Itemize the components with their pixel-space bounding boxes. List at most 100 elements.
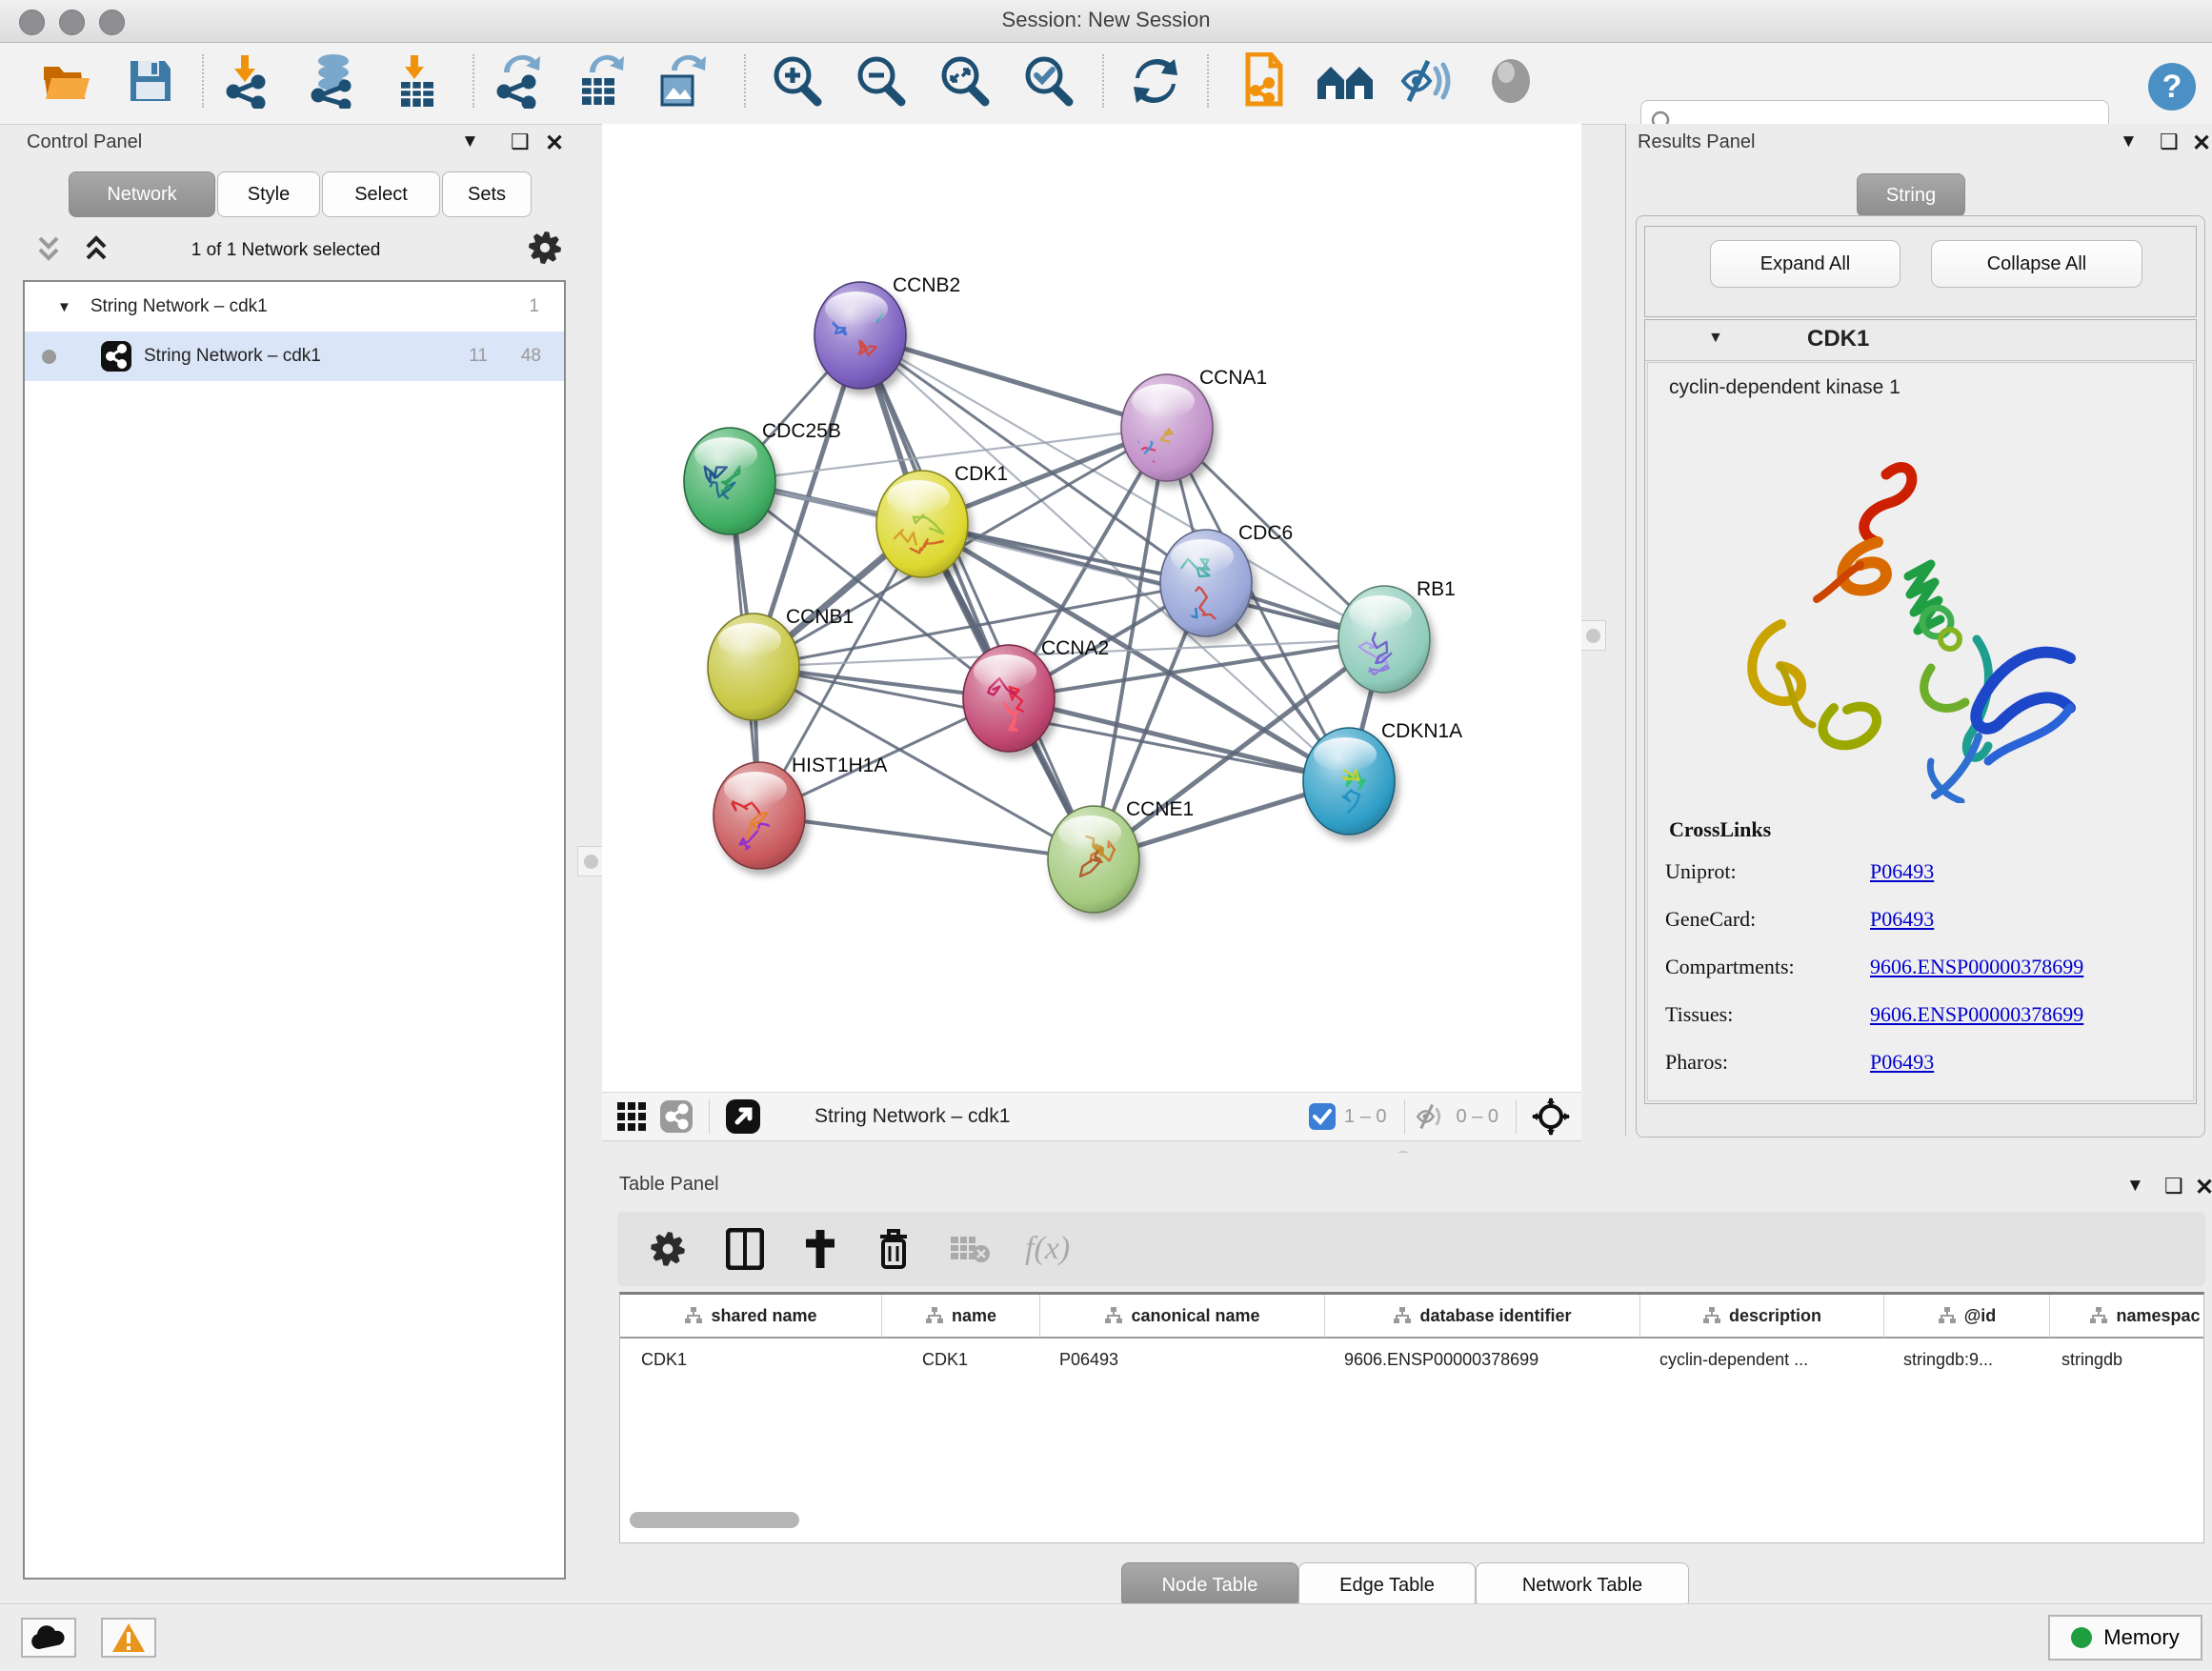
string-network-icon	[100, 340, 132, 372]
tab-node-table[interactable]: Node Table	[1121, 1562, 1298, 1608]
export-image-button[interactable]	[650, 50, 711, 111]
column-header[interactable]: namespac	[2050, 1295, 2204, 1339]
export-table-icon	[574, 53, 626, 109]
results-panel-float-button[interactable]: ❑	[2160, 130, 2179, 154]
table-panel-menu-button[interactable]: ▼	[2126, 1176, 2144, 1197]
svg-text:HIST1H1A: HIST1H1A	[792, 755, 887, 776]
add-column-button[interactable]	[796, 1227, 844, 1271]
column-header[interactable]: database identifier	[1325, 1295, 1640, 1339]
app-window: Session: New Session	[0, 0, 2212, 1671]
gene-card-header[interactable]: ▼ CDK1	[1645, 320, 2196, 361]
import-table-button[interactable]	[387, 50, 448, 111]
table-panel-float-button[interactable]: ❑	[2164, 1174, 2183, 1198]
column-header[interactable]: shared name	[620, 1295, 882, 1339]
tree-icon	[1393, 1306, 1412, 1325]
titlebar: Session: New Session	[0, 0, 2212, 43]
crosslink-genecard[interactable]: P06493	[1870, 907, 1934, 932]
results-panel-close-button[interactable]: ✕	[2192, 130, 2211, 157]
toolbar-separator	[1207, 54, 1209, 108]
netbar-separator	[1404, 1099, 1405, 1134]
zoom-selected-button[interactable]	[1017, 50, 1078, 111]
network-row-selected[interactable]: String Network – cdk1 11 48	[25, 332, 564, 381]
memory-button[interactable]: Memory	[2048, 1615, 2202, 1661]
string-view-button[interactable]	[659, 1099, 694, 1134]
table-options-button[interactable]	[642, 1228, 694, 1270]
expand-all-button[interactable]: Expand All	[1710, 240, 1900, 288]
grid-view-button[interactable]	[615, 1100, 648, 1133]
export-network-button[interactable]	[488, 50, 549, 111]
tab-string[interactable]: String	[1857, 173, 1965, 217]
network-list-options-button[interactable]	[526, 229, 564, 272]
table-panel-title: Table Panel	[619, 1174, 719, 1196]
crosslinks-title: CrossLinks	[1669, 817, 2193, 842]
birds-eye-view-button[interactable]	[725, 1098, 761, 1135]
results-panel-menu-button[interactable]: ▼	[2120, 131, 2138, 152]
control-panel-float-button[interactable]: ❑	[511, 130, 530, 154]
table-panel-close-button[interactable]: ✕	[2195, 1174, 2212, 1201]
network-label: String Network – cdk1	[144, 346, 321, 367]
right-splitter-handle[interactable]	[1579, 620, 1606, 651]
crosslink-tissues[interactable]: 9606.ENSP00000378699	[1870, 1002, 2083, 1027]
zoom-fit-button[interactable]	[934, 50, 995, 111]
svg-text:RB1: RB1	[1417, 578, 1456, 600]
file-share-icon	[1238, 52, 1288, 110]
crosslink-compartments[interactable]: 9606.ENSP00000378699	[1870, 955, 2083, 979]
tab-style[interactable]: Style	[217, 171, 320, 217]
help-button[interactable]: ?	[2142, 56, 2202, 117]
collection-label: String Network – cdk1	[90, 296, 268, 317]
cybrowser-button[interactable]	[1315, 50, 1376, 111]
window-title: Session: New Session	[0, 8, 2212, 32]
selected-checkbox[interactable]	[1308, 1102, 1337, 1131]
show-columns-button[interactable]	[720, 1227, 770, 1271]
cloud-status-button[interactable]	[21, 1618, 76, 1658]
show-graphics-details-button[interactable]	[1480, 50, 1541, 111]
refresh-button[interactable]	[1125, 50, 1186, 111]
column-header[interactable]: @id	[1884, 1295, 2050, 1339]
tab-edge-table[interactable]: Edge Table	[1298, 1562, 1476, 1608]
hidden-eye-icon	[1415, 1101, 1449, 1132]
svg-text:CDK1: CDK1	[955, 463, 1008, 485]
folder-open-icon	[40, 57, 93, 105]
network-view-toolbar: String Network – cdk1 1 – 0 0 – 0	[602, 1092, 1581, 1141]
table-row[interactable]: CDK1 CDK1 P06493 9606.ENSP00000378699 cy…	[620, 1339, 2203, 1380]
left-splitter-handle[interactable]	[577, 846, 604, 876]
export-cytoscape-web-button[interactable]	[1233, 50, 1294, 111]
zoom-out-button[interactable]	[850, 50, 911, 111]
clear-table-button[interactable]	[943, 1232, 996, 1266]
crosslink-pharos[interactable]: P06493	[1870, 1050, 1934, 1075]
function-builder-button: f(x)	[1025, 1231, 1070, 1267]
save-session-button[interactable]	[120, 50, 181, 111]
svg-text:?: ?	[2162, 69, 2182, 105]
cell-description: cyclin-dependent ...	[1640, 1339, 1884, 1380]
export-table-button[interactable]	[570, 50, 631, 111]
import-network-button[interactable]	[217, 50, 278, 111]
column-header[interactable]: description	[1640, 1295, 1884, 1339]
network-canvas[interactable]: CCNB2CCNA1CDC25BCDK1CDC6RB1CCNB1CCNA2CDK…	[602, 124, 1581, 1092]
control-panel-close-button[interactable]: ✕	[545, 130, 564, 157]
hide-graphics-details-button[interactable]	[1397, 50, 1458, 111]
import-network-database-button[interactable]	[303, 50, 364, 111]
network-collection-row[interactable]: ▼ String Network – cdk1 1	[25, 282, 564, 332]
tab-select[interactable]: Select	[322, 171, 440, 217]
tab-network[interactable]: Network	[69, 171, 215, 217]
open-session-button[interactable]	[36, 50, 97, 111]
network-graph[interactable]: CCNB2CCNA1CDC25BCDK1CDC6RB1CCNB1CCNA2CDK…	[602, 124, 1581, 1092]
crosslink-uniprot[interactable]: P06493	[1870, 859, 1934, 884]
tab-network-table[interactable]: Network Table	[1476, 1562, 1689, 1608]
toolbar-separator	[202, 54, 204, 108]
column-header[interactable]: name	[882, 1295, 1040, 1339]
gene-expander-icon[interactable]: ▼	[1708, 330, 1723, 347]
horizontal-scrollbar[interactable]	[630, 1512, 799, 1528]
collapse-all-button[interactable]: Collapse All	[1931, 240, 2142, 288]
delete-column-button[interactable]	[871, 1226, 916, 1272]
collection-expander-icon[interactable]: ▼	[57, 299, 71, 315]
control-panel-menu-button[interactable]: ▼	[461, 131, 479, 152]
svg-text:CDC6: CDC6	[1238, 522, 1293, 544]
column-header[interactable]: canonical name	[1040, 1295, 1325, 1339]
gear-icon	[648, 1229, 688, 1269]
fit-selected-button[interactable]	[1532, 1097, 1570, 1136]
zoom-in-button[interactable]	[766, 50, 827, 111]
network-selection-summary: 1 of 1 Network selected	[0, 240, 572, 261]
tab-sets[interactable]: Sets	[442, 171, 532, 217]
warnings-button[interactable]	[101, 1618, 156, 1658]
